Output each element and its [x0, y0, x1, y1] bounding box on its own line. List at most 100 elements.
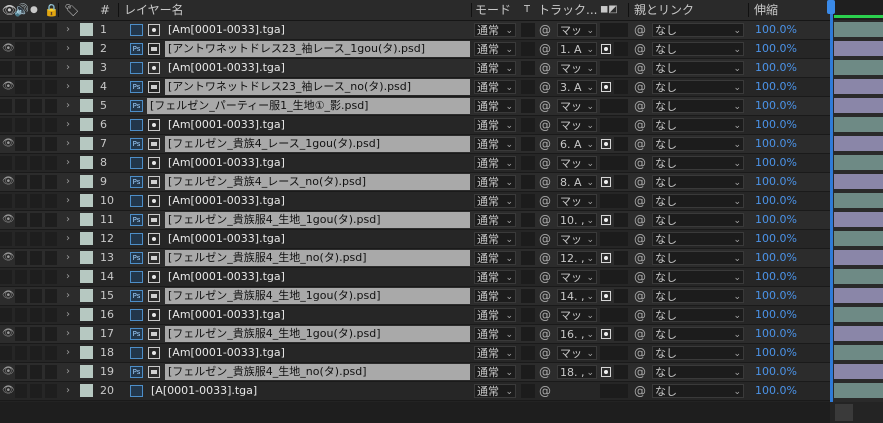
- expand-chevron-icon[interactable]: ›: [66, 306, 70, 324]
- label-color-swatch[interactable]: [80, 61, 93, 74]
- blend-mode-select[interactable]: 通常 ⌄: [474, 194, 516, 208]
- stretch-value[interactable]: 100.0%: [755, 97, 797, 115]
- layer-duration-bar[interactable]: [834, 98, 883, 113]
- track-matte-select[interactable]: マッ ⌄: [557, 23, 597, 37]
- label-color-swatch[interactable]: [80, 99, 93, 112]
- matte-invert-switch[interactable]: [614, 327, 628, 341]
- parent-pickwhip-icon[interactable]: @: [634, 174, 648, 190]
- matte-alpha-switch[interactable]: [600, 384, 614, 398]
- stretch-value[interactable]: 100.0%: [755, 116, 797, 134]
- audio-switch[interactable]: [15, 80, 27, 94]
- layer-duration-bar[interactable]: [834, 269, 883, 284]
- playhead-handle[interactable]: [827, 0, 835, 14]
- parent-pickwhip-icon[interactable]: @: [634, 364, 648, 380]
- t-header[interactable]: T: [524, 0, 530, 20]
- lock-switch[interactable]: [45, 118, 57, 132]
- lock-switch[interactable]: [45, 42, 57, 56]
- visibility-eye-icon[interactable]: 👁: [2, 215, 15, 225]
- visibility-eye-icon[interactable]: 👁: [2, 291, 15, 301]
- stretch-value[interactable]: 100.0%: [755, 59, 797, 77]
- audio-switch[interactable]: [15, 213, 27, 227]
- preserve-transparency-checkbox[interactable]: [521, 118, 535, 132]
- stretch-value[interactable]: 100.0%: [755, 287, 797, 305]
- expand-chevron-icon[interactable]: ›: [66, 116, 70, 134]
- blend-mode-select[interactable]: 通常 ⌄: [474, 365, 516, 379]
- layer-duration-bar[interactable]: [834, 326, 883, 341]
- parent-pickwhip-icon[interactable]: @: [634, 212, 648, 228]
- matte-alpha-icon[interactable]: [601, 253, 611, 263]
- parent-select[interactable]: なし ⌄: [652, 232, 744, 246]
- layer-duration-bar[interactable]: [834, 136, 883, 151]
- preserve-transparency-checkbox[interactable]: [521, 99, 535, 113]
- layer-name[interactable]: [Am[0001-0033].tga]: [165, 269, 470, 285]
- matte-invert-switch[interactable]: [614, 251, 628, 265]
- blend-mode-select[interactable]: 通常 ⌄: [474, 251, 516, 265]
- solo-switch[interactable]: [30, 308, 42, 322]
- layer-row[interactable]: 👁 › 17 Ps [フェルゼン_貴族服4_生地_1gou(タ).psd] 通常 ⌄ @16.…: [0, 325, 830, 344]
- label-color-swatch[interactable]: [80, 365, 93, 378]
- track-matte-pickwhip-icon[interactable]: @: [539, 288, 553, 304]
- audio-switch[interactable]: [15, 384, 27, 398]
- audio-switch[interactable]: [15, 156, 27, 170]
- layer-name[interactable]: [フェルゼン_貴族服4_生地_1gou(タ).psd]: [165, 212, 470, 228]
- visibility-switch[interactable]: [0, 23, 12, 37]
- parent-select[interactable]: なし ⌄: [652, 156, 744, 170]
- layer-duration-bar[interactable]: [834, 193, 883, 208]
- blend-mode-select[interactable]: 通常 ⌄: [474, 80, 516, 94]
- layer-duration-bar[interactable]: [834, 231, 883, 246]
- layer-name[interactable]: [Am[0001-0033].tga]: [165, 231, 470, 247]
- parent-select[interactable]: なし ⌄: [652, 365, 744, 379]
- solo-switch[interactable]: [30, 327, 42, 341]
- parent-select[interactable]: なし ⌄: [652, 137, 744, 151]
- solo-switch[interactable]: [30, 384, 42, 398]
- layer-duration-bar[interactable]: [834, 41, 883, 56]
- expand-chevron-icon[interactable]: ›: [66, 173, 70, 191]
- audio-switch[interactable]: [15, 118, 27, 132]
- stretch-value[interactable]: 100.0%: [755, 230, 797, 248]
- parent-pickwhip-icon[interactable]: @: [634, 79, 648, 95]
- layer-row[interactable]: 👁 › 15 Ps [フェルゼン_貴族服4_生地_1gou(タ).psd] 通常 ⌄ @14.…: [0, 287, 830, 306]
- layer-row[interactable]: 👁 › 4 Ps [アントワネットドレス23_袖レース_no(タ).psd] 通常 ⌄ @3.…: [0, 78, 830, 97]
- layer-duration-bar[interactable]: [834, 212, 883, 227]
- parent-select[interactable]: なし ⌄: [652, 289, 744, 303]
- visibility-eye-icon[interactable]: 👁: [2, 367, 15, 377]
- matte-invert-switch[interactable]: [614, 213, 628, 227]
- parent-pickwhip-icon[interactable]: @: [634, 193, 648, 209]
- layer-row[interactable]: › 6 [Am[0001-0033].tga] 通常 ⌄ @ マッ ⌄ @ なし ⌄ 100.0%: [0, 116, 830, 135]
- parent-header[interactable]: 親とリンク: [634, 0, 694, 20]
- stretch-value[interactable]: 100.0%: [755, 306, 797, 324]
- parent-select[interactable]: なし ⌄: [652, 384, 744, 398]
- expand-chevron-icon[interactable]: ›: [66, 192, 70, 210]
- parent-pickwhip-icon[interactable]: @: [634, 326, 648, 342]
- layer-row[interactable]: 👁 › 19 Ps [フェルゼン_貴族服4_生地_no(タ).psd] 通常 ⌄ @18. ,…: [0, 363, 830, 382]
- matte-invert-switch[interactable]: [614, 289, 628, 303]
- matte-alpha-switch[interactable]: [600, 99, 614, 113]
- blend-mode-select[interactable]: 通常 ⌄: [474, 42, 516, 56]
- parent-pickwhip-icon[interactable]: @: [634, 98, 648, 114]
- matte-invert-switch[interactable]: [614, 194, 628, 208]
- matte-alpha-switch[interactable]: [600, 118, 614, 132]
- matte-invert-switch[interactable]: [614, 365, 628, 379]
- lock-switch[interactable]: [45, 175, 57, 189]
- layer-name[interactable]: [Am[0001-0033].tga]: [165, 345, 470, 361]
- num-header[interactable]: #: [100, 0, 110, 20]
- label-color-swatch[interactable]: [80, 156, 93, 169]
- scrollbar-thumb[interactable]: [835, 404, 853, 421]
- layer-row[interactable]: › 16 [Am[0001-0033].tga] 通常 ⌄ @ マッ ⌄ @ なし ⌄ 100.0%: [0, 306, 830, 325]
- parent-pickwhip-icon[interactable]: @: [634, 345, 648, 361]
- layer-row[interactable]: 👁 › 9 Ps [フェルゼン_貴族4_レース_no(タ).psd] 通常 ⌄ @8. A ⌄ @…: [0, 173, 830, 192]
- preserve-transparency-checkbox[interactable]: [521, 232, 535, 246]
- lock-switch[interactable]: [45, 270, 57, 284]
- lock-switch[interactable]: [45, 99, 57, 113]
- lock-icon[interactable]: 🔒: [44, 0, 59, 20]
- parent-select[interactable]: なし ⌄: [652, 175, 744, 189]
- preserve-transparency-checkbox[interactable]: [521, 213, 535, 227]
- lock-switch[interactable]: [45, 289, 57, 303]
- layer-name[interactable]: [フェルゼン_貴族服4_生地_no(タ).psd]: [165, 250, 470, 266]
- preserve-transparency-checkbox[interactable]: [521, 42, 535, 56]
- track-matte-pickwhip-icon[interactable]: @: [539, 307, 553, 323]
- track-matte-select[interactable]: マッ ⌄: [557, 346, 597, 360]
- audio-switch[interactable]: [15, 23, 27, 37]
- layer-duration-bar[interactable]: [834, 345, 883, 360]
- parent-select[interactable]: なし ⌄: [652, 270, 744, 284]
